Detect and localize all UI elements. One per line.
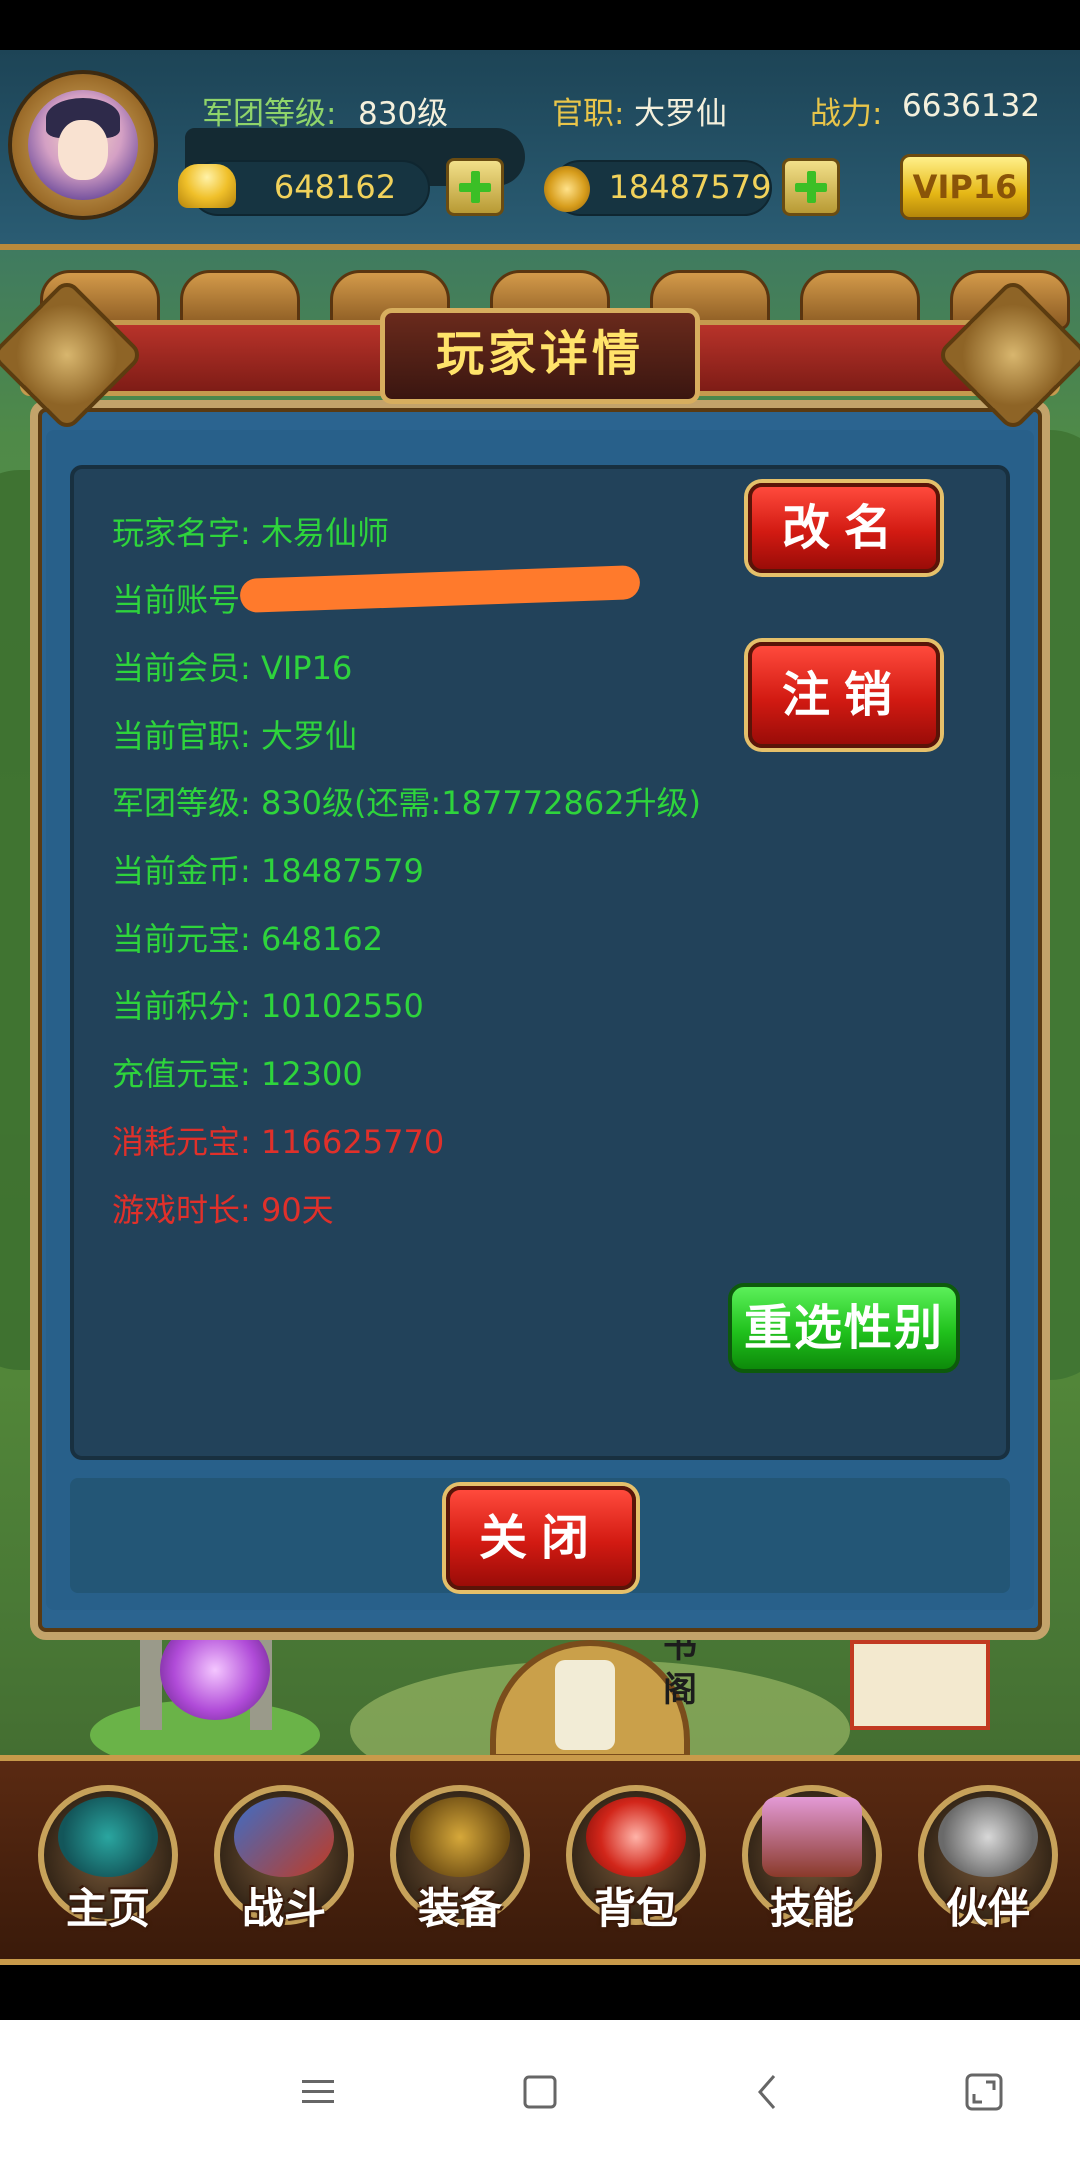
gold-value: 18487579: [608, 168, 772, 206]
info-account: 当前账号: [112, 581, 241, 619]
skill-book-icon: [762, 1797, 862, 1877]
back-icon[interactable]: [748, 2072, 788, 2112]
nav-bag-label: 背包: [593, 1884, 678, 1933]
info-playtime: 游戏时长: 90天: [112, 1191, 334, 1229]
legion-level-label: 军团等级:: [202, 96, 337, 132]
add-gold-button[interactable]: [782, 158, 840, 216]
menu-icon[interactable]: [298, 2072, 338, 2112]
yuanbao-value: 648162: [273, 168, 397, 206]
info-rank: 当前官职: 大罗仙: [112, 717, 357, 755]
home-icon: [58, 1797, 158, 1877]
info-legion-level: 军团等级: 830级(还需:187772862升级): [112, 784, 702, 822]
close-button[interactable]: 关闭: [446, 1486, 636, 1590]
gate-body: [850, 1640, 990, 1730]
top-hud: 军团等级: 830级 官职: 大罗仙 战力: 6636132 648162 18…: [0, 50, 1080, 250]
legion-level-value: 830级: [358, 96, 449, 132]
info-points: 当前积分: 10102550: [112, 987, 424, 1025]
vip-button[interactable]: VIP16: [900, 154, 1030, 220]
plus-icon-bar: [795, 183, 827, 192]
screen-gap: [0, 1965, 1080, 2020]
avatar-face: [58, 120, 108, 180]
nav-bag[interactable]: 背包: [556, 1775, 716, 1945]
bag-icon: [586, 1797, 686, 1877]
rename-button[interactable]: 改名: [748, 483, 940, 573]
info-player-name: 玩家名字: 木易仙师: [112, 514, 389, 552]
plus-icon-bar: [459, 183, 491, 192]
info-consumed: 消耗元宝: 116625770: [112, 1123, 445, 1161]
rank-value: 大罗仙: [634, 96, 727, 132]
info-yuanbao: 当前元宝: 648162: [112, 920, 384, 958]
rank-label: 官职:: [552, 96, 625, 132]
logout-button[interactable]: 注销: [748, 642, 940, 748]
dialog-header: 玩家详情: [0, 277, 1080, 433]
system-nav-bar: [0, 2020, 1080, 2160]
nav-battle[interactable]: 战斗: [204, 1775, 364, 1945]
nav-equipment[interactable]: 装备: [380, 1775, 540, 1945]
game-screen: 藏 书 阁 军团等级: 830级 官职: 大罗仙 战力: 6636132 648…: [0, 0, 1080, 2160]
coin-icon: [544, 166, 590, 212]
nav-skills[interactable]: 技能: [732, 1775, 892, 1945]
nav-home[interactable]: 主页: [28, 1775, 188, 1945]
knight-helmet-icon: [938, 1797, 1038, 1877]
header-corner-ornament: [0, 277, 145, 433]
player-avatar[interactable]: [12, 74, 154, 216]
header-corner-ornament: [935, 277, 1080, 433]
avatar-portrait: [28, 90, 138, 200]
info-gold: 当前金币: 18487579: [112, 852, 424, 890]
library-scroll-icon: [555, 1660, 615, 1750]
nav-partners[interactable]: 伙伴: [908, 1775, 1068, 1945]
nav-battle-label: 战斗: [241, 1884, 326, 1933]
nav-partners-label: 伙伴: [945, 1884, 1030, 1933]
crossed-swords-icon: [234, 1797, 334, 1877]
nav-skills-label: 技能: [769, 1884, 854, 1933]
reselect-gender-button[interactable]: 重选性别: [728, 1283, 960, 1373]
status-bar: [0, 0, 1080, 50]
helmet-icon: [410, 1797, 510, 1877]
nav-equipment-label: 装备: [417, 1884, 502, 1933]
power-label: 战力:: [810, 96, 883, 132]
library-char: 阁: [663, 1670, 697, 1710]
dialog-title: 玩家详情: [435, 326, 644, 382]
power-value: 6636132: [902, 88, 1041, 124]
add-yuanbao-button[interactable]: [446, 158, 504, 216]
home-square-icon[interactable]: [520, 2072, 560, 2112]
ingot-icon: [178, 164, 236, 208]
info-vip: 当前会员: VIP16: [112, 649, 353, 687]
expand-icon[interactable]: [964, 2072, 1004, 2112]
nav-home-label: 主页: [65, 1884, 150, 1933]
info-recharge: 充值元宝: 12300: [112, 1055, 363, 1093]
